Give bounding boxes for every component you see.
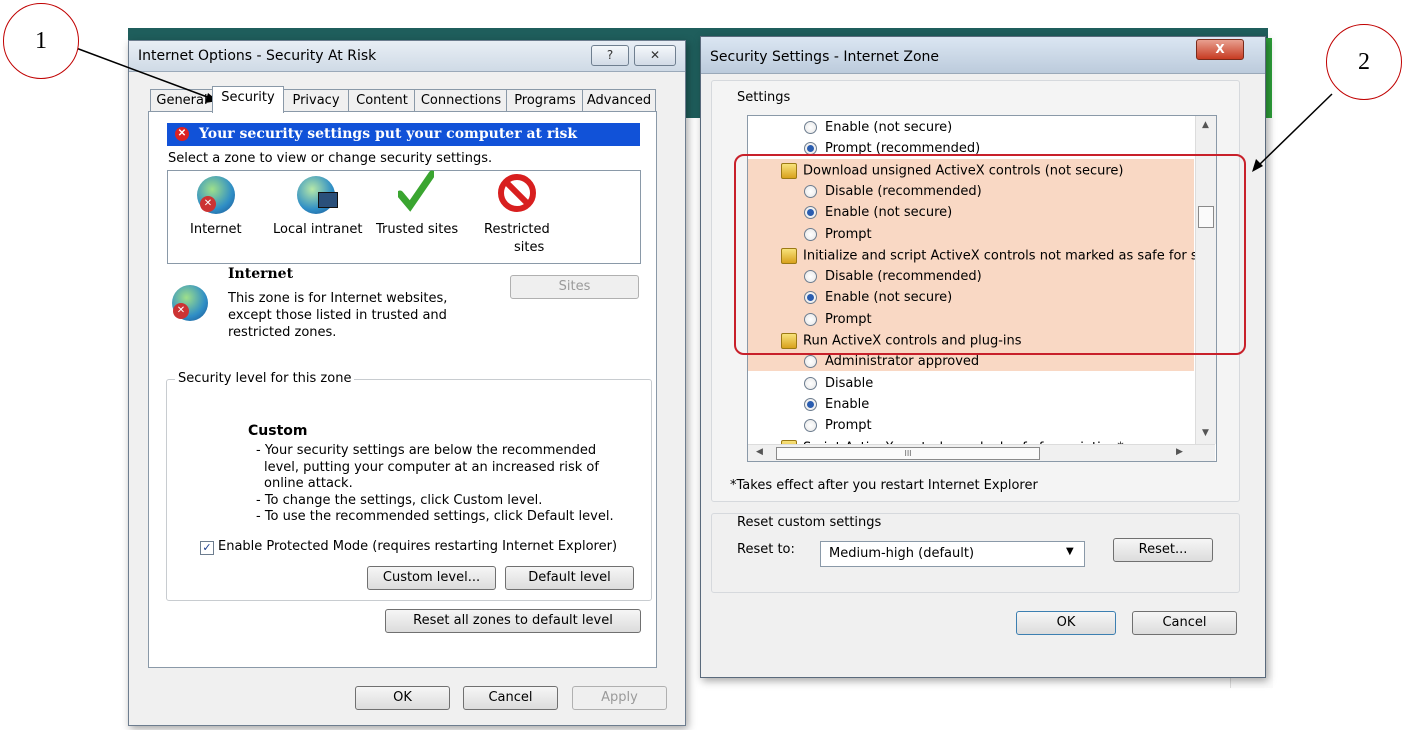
callout-2: 2: [1326, 24, 1402, 100]
callout-1: 1: [3, 3, 79, 79]
callout-arrows: [75, 47, 1333, 172]
tab-security[interactable]: Security: [212, 86, 284, 113]
